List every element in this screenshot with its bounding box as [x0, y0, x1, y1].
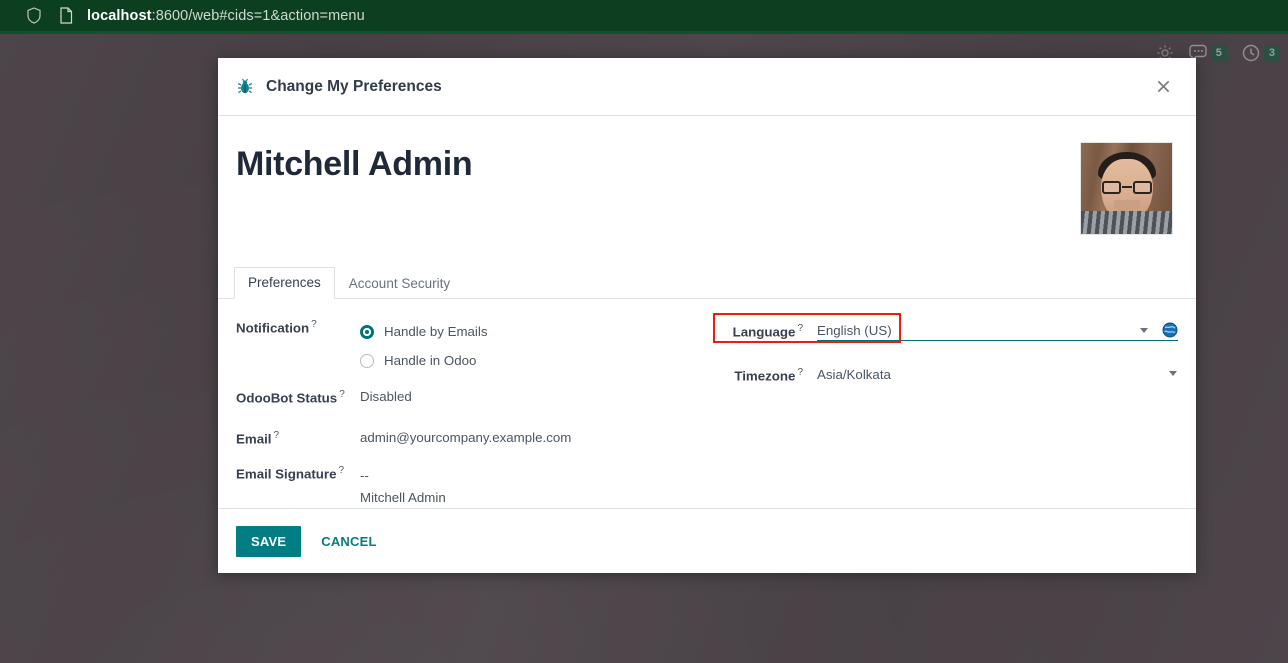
dialog-title: Change My Preferences	[266, 77, 442, 95]
close-icon[interactable]	[1150, 74, 1176, 100]
chevron-down-icon[interactable]	[1169, 371, 1177, 376]
save-button[interactable]: SAVE	[236, 525, 302, 557]
odoobot-value[interactable]: Disabled	[360, 387, 707, 404]
url-host: localhost	[87, 7, 152, 24]
radio-handle-in-odoo[interactable]: Handle in Odoo	[360, 346, 707, 375]
globe-icon[interactable]	[1162, 322, 1178, 338]
activities-clock-icon	[1241, 43, 1261, 63]
notification-label-text: Notification	[236, 320, 310, 336]
email-signature-value[interactable]: -- Mitchell Admin	[360, 463, 707, 508]
systray-item-activities[interactable]: 3	[1241, 43, 1280, 63]
language-value[interactable]: English (US)	[817, 321, 1178, 341]
odoobot-help-icon[interactable]: ?	[339, 389, 345, 400]
url-text[interactable]: localhost:8600/web#cids=1&action=menu	[87, 8, 365, 24]
signature-line-2: Mitchell Admin	[360, 490, 446, 505]
dialog-header: Change My Preferences	[218, 58, 1196, 116]
odoobot-label: OdooBot Status?	[236, 387, 360, 405]
messages-badge: 5	[1210, 45, 1227, 61]
avatar-shirt	[1081, 211, 1172, 234]
change-preferences-dialog: Change My Preferences Mitchell Admin Pre…	[218, 58, 1196, 573]
language-help-icon[interactable]: ?	[797, 323, 803, 334]
radio-icon-unselected	[360, 353, 374, 368]
language-label: Language?	[725, 321, 817, 339]
radio-handle-by-emails[interactable]: Handle by Emails	[360, 317, 707, 346]
radio-handle-in-odoo-label: Handle in Odoo	[384, 353, 477, 368]
form-column-left: Notification? Handle by Emails Handle in…	[236, 317, 707, 508]
timezone-help-icon[interactable]: ?	[797, 367, 803, 378]
email-help-icon[interactable]: ?	[273, 430, 279, 441]
field-email: Email? admin@yourcompany.example.com	[236, 428, 707, 457]
avatar-glasses	[1101, 181, 1153, 194]
field-timezone: Timezone? Asia/Kolkata	[725, 361, 1178, 391]
activities-badge: 3	[1263, 45, 1280, 61]
field-notification: Notification? Handle by Emails Handle in…	[236, 317, 707, 375]
email-label-text: Email	[236, 431, 272, 447]
dialog-body: Mitchell Admin Preferences Account Secur…	[218, 116, 1196, 508]
record-header: Mitchell Admin	[218, 142, 1196, 235]
timezone-label: Timezone?	[725, 365, 817, 383]
odoobot-label-text: OdooBot Status	[236, 390, 338, 406]
page-title: Mitchell Admin	[236, 145, 473, 183]
tab-preferences[interactable]: Preferences	[234, 267, 335, 299]
email-value[interactable]: admin@yourcompany.example.com	[360, 428, 707, 445]
email-label: Email?	[236, 428, 360, 446]
bug-icon[interactable]	[236, 78, 254, 96]
timezone-select[interactable]: Asia/Kolkata	[817, 365, 1178, 385]
language-label-text: Language	[732, 324, 796, 340]
email-signature-label-text: Email Signature	[236, 466, 337, 482]
tab-account-security[interactable]: Account Security	[335, 268, 464, 299]
page-icon	[59, 7, 73, 24]
form-column-right: Language? English (US) Timezone ? Asia/K…	[707, 313, 1178, 508]
signature-line-1: --	[360, 468, 369, 483]
field-language: Language? English (US)	[713, 313, 1178, 351]
cancel-button[interactable]: CANCEL	[317, 526, 380, 557]
notification-help-icon[interactable]: ?	[311, 319, 317, 330]
timezone-label-text: Timezone	[734, 368, 796, 384]
field-email-signature: Email Signature? -- Mitchell Admin	[236, 463, 707, 508]
tab-bar: Preferences Account Security	[218, 267, 1196, 299]
form-spacer	[236, 375, 707, 387]
timezone-value[interactable]: Asia/Kolkata	[817, 365, 1178, 385]
language-select[interactable]: English (US)	[817, 321, 1178, 341]
preferences-form: Notification? Handle by Emails Handle in…	[218, 299, 1196, 508]
notification-options: Handle by Emails Handle in Odoo	[360, 317, 707, 375]
email-signature-help-icon[interactable]: ?	[339, 465, 345, 476]
language-underline	[817, 340, 1178, 341]
radio-handle-by-emails-label: Handle by Emails	[384, 324, 488, 339]
radio-icon-selected	[360, 324, 374, 339]
shield-icon	[26, 7, 42, 24]
notification-label: Notification?	[236, 317, 360, 335]
chevron-down-icon[interactable]	[1140, 328, 1148, 333]
avatar[interactable]	[1080, 142, 1173, 235]
field-odoobot-status: OdooBot Status? Disabled	[236, 387, 707, 416]
dialog-footer: SAVE CANCEL	[218, 508, 1196, 573]
url-bar-underline	[0, 31, 1288, 34]
browser-url-bar: localhost:8600/web#cids=1&action=menu	[0, 0, 1288, 31]
email-signature-label: Email Signature?	[236, 463, 360, 481]
url-path: :8600/web#cids=1&action=menu	[151, 7, 365, 24]
